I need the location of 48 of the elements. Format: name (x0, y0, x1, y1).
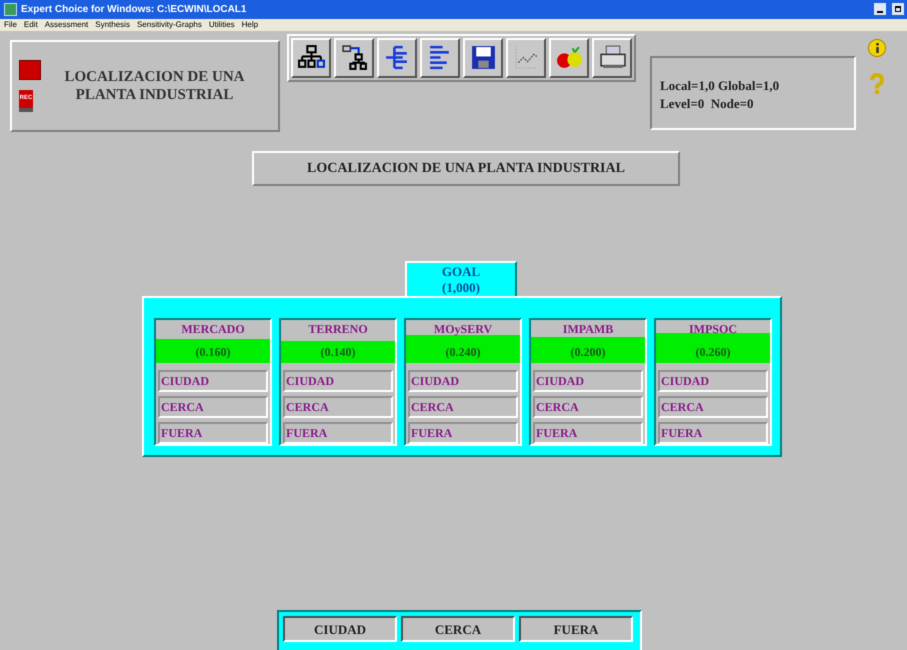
criterion-name: MERCADO (180, 322, 246, 338)
alternative-node[interactable]: CERCA (658, 396, 768, 418)
criterion-priority: (0.200) (570, 345, 606, 360)
criterion-node[interactable]: TERRENO (0.140) (281, 320, 395, 366)
menu-item[interactable]: File (4, 20, 17, 30)
goal-priority: (1,000) (442, 280, 480, 296)
alternative-node[interactable]: CERCA (283, 396, 393, 418)
alternative-node[interactable]: CERCA (158, 396, 268, 418)
goal-label: GOAL (442, 264, 480, 280)
alternative-node[interactable]: CIUDAD (283, 370, 393, 392)
alternative-label[interactable]: CIUDAD (283, 616, 397, 642)
goal-node[interactable]: GOAL (1,000) (405, 260, 517, 296)
alternative-node[interactable]: CIUDAD (533, 370, 643, 392)
criterion-name: IMPSOC (688, 322, 738, 338)
criterion-priority: (0.140) (320, 345, 356, 360)
criterion-node[interactable]: MERCADO (0.160) (156, 320, 270, 366)
criterion-node[interactable]: IMPAMB (0.200) (531, 320, 645, 366)
criterion-priority: (0.160) (196, 345, 230, 360)
alternative-label[interactable]: FUERA (519, 616, 633, 642)
model-heading: LOCALIZACION DE UNA PLANTA INDUSTRIAL (252, 151, 680, 186)
criterion-priority: (0.240) (446, 345, 480, 360)
menu-item[interactable]: Utilities (208, 20, 235, 30)
menu-item[interactable]: Sensitivity-Graphs (136, 20, 202, 30)
alternative-node[interactable]: CIUDAD (408, 370, 518, 392)
menu-item[interactable]: Assessment (44, 20, 88, 30)
criterion-name: IMPAMB (562, 322, 614, 338)
alternative-node[interactable]: CERCA (408, 396, 518, 418)
menu-item[interactable]: Help (242, 20, 258, 30)
model-title: LOCALIZACION DE UNA PLANTA INDUSTRIAL (63, 68, 246, 104)
alternative-node[interactable]: FUERA (533, 422, 643, 444)
info-text: Local=1,0 Global=1,0 (660, 76, 780, 95)
criterion-node[interactable]: MOySERV (0.240) (406, 320, 520, 366)
criterion-node[interactable]: IMPSOC (0.260) (656, 320, 770, 366)
alternative-node[interactable]: FUERA (283, 422, 393, 444)
alternative-node[interactable]: CIUDAD (658, 370, 768, 392)
alternative-node[interactable]: CERCA (533, 396, 643, 418)
criterion-name: TERRENO (307, 322, 369, 338)
alternative-node[interactable]: FUERA (158, 422, 268, 444)
alternative-label[interactable]: CERCA (401, 616, 515, 642)
alternative-node[interactable]: FUERA (408, 422, 518, 444)
criterion-priority: (0.260) (696, 345, 730, 360)
menu-item[interactable]: Synthesis (95, 20, 130, 30)
window-title: Expert Choice for Windows: C:\ECWIN\LOCAL1 (21, 2, 246, 17)
info-text: Level=0 Node=0 (660, 94, 755, 113)
alternative-node[interactable]: CIUDAD (158, 370, 268, 392)
alternative-node[interactable]: FUERA (658, 422, 768, 444)
criterion-name: MOySERV (432, 322, 494, 338)
menu-item[interactable]: Edit (24, 20, 38, 30)
